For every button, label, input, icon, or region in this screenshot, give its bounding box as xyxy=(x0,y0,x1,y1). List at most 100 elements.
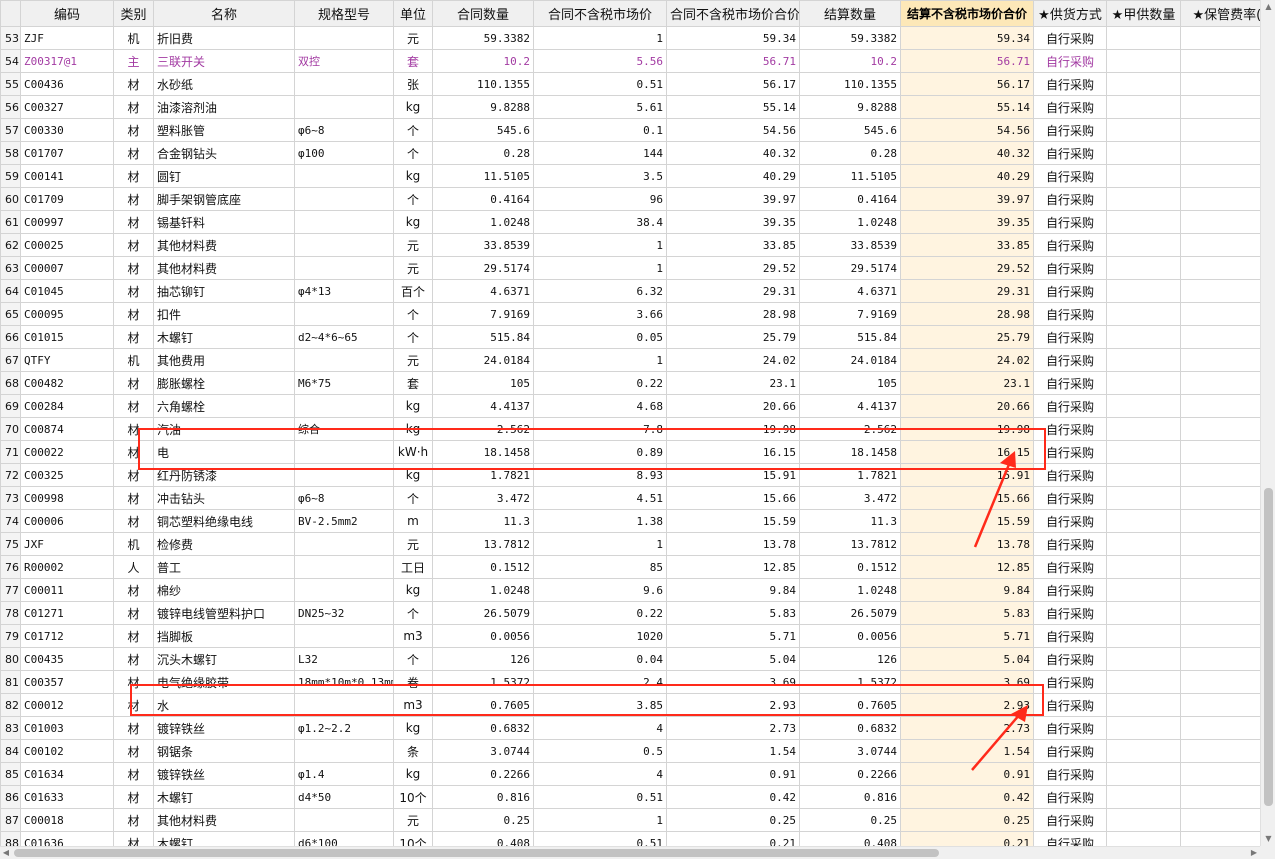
cell-settle-total[interactable]: 5.71 xyxy=(900,624,1034,648)
cell-contract-price[interactable]: 0.5 xyxy=(533,739,667,763)
cell-code[interactable]: C00327 xyxy=(20,95,114,119)
cell-owner-supply-qty[interactable] xyxy=(1106,95,1181,119)
cell-contract-total[interactable]: 56.17 xyxy=(666,72,800,96)
cell-name[interactable]: 挡脚板 xyxy=(153,624,295,648)
triangle-left-icon[interactable]: ◀ xyxy=(0,847,12,860)
row-number[interactable]: 83 xyxy=(0,716,21,740)
cell-spec[interactable]: φ1.4 xyxy=(294,762,394,786)
cell-spec[interactable] xyxy=(294,463,394,487)
cell-code[interactable]: C01634 xyxy=(20,762,114,786)
cell-contract-price[interactable]: 4 xyxy=(533,716,667,740)
cell-supply-mode[interactable]: 自行采购 xyxy=(1033,26,1107,50)
triangle-down-icon[interactable]: ▼ xyxy=(1261,832,1275,846)
cell-unit[interactable]: kW·h xyxy=(393,440,433,464)
cell-type[interactable]: 材 xyxy=(113,394,154,418)
cell-code[interactable]: C01015 xyxy=(20,325,114,349)
cell-contract-price[interactable]: 3.5 xyxy=(533,164,667,188)
cell-storage-rate[interactable] xyxy=(1180,624,1260,648)
cell-spec[interactable] xyxy=(294,26,394,50)
cell-name[interactable]: 木螺钉 xyxy=(153,785,295,809)
cell-settle-qty[interactable]: 10.2 xyxy=(799,49,901,73)
table-row[interactable]: 78 C01271 材镀锌电线管塑料护口 DN25~32 个 26.5079 0.22 5.8… xyxy=(0,601,1260,625)
cell-name[interactable]: 其他材料费 xyxy=(153,808,295,832)
cell-storage-rate[interactable] xyxy=(1180,417,1260,441)
cell-contract-price[interactable]: 0.51 xyxy=(533,785,667,809)
cell-owner-supply-qty[interactable] xyxy=(1106,26,1181,50)
cell-owner-supply-qty[interactable] xyxy=(1106,624,1181,648)
cell-contract-qty[interactable]: 9.8288 xyxy=(432,95,534,119)
cell-settle-qty[interactable]: 11.3 xyxy=(799,509,901,533)
row-number[interactable]: 84 xyxy=(0,739,21,763)
cell-contract-price[interactable]: 3.85 xyxy=(533,693,667,717)
cell-settle-total[interactable]: 0.42 xyxy=(900,785,1034,809)
cell-code[interactable]: C00330 xyxy=(20,118,114,142)
cell-contract-qty[interactable]: 0.25 xyxy=(432,808,534,832)
cell-type[interactable]: 材 xyxy=(113,210,154,234)
cell-owner-supply-qty[interactable] xyxy=(1106,831,1181,846)
cell-settle-qty[interactable]: 1.0248 xyxy=(799,578,901,602)
cell-code[interactable]: C00874 xyxy=(20,417,114,441)
cell-code[interactable]: C00102 xyxy=(20,739,114,763)
cell-name[interactable]: 铜芯塑料绝缘电线 xyxy=(153,509,295,533)
cell-storage-rate[interactable] xyxy=(1180,532,1260,556)
cell-spec[interactable] xyxy=(294,532,394,556)
cell-type[interactable]: 材 xyxy=(113,164,154,188)
cell-spec[interactable] xyxy=(294,95,394,119)
col-header-owner-supply-qty[interactable]: ★甲供数量 xyxy=(1106,0,1181,27)
cell-owner-supply-qty[interactable] xyxy=(1106,785,1181,809)
cell-name[interactable]: 棉纱 xyxy=(153,578,295,602)
table-row[interactable]: 65 C00095 材扣件个 7.9169 3.66 28.98 7.9169 28.98 自行… xyxy=(0,302,1260,326)
cell-type[interactable]: 材 xyxy=(113,486,154,510)
cell-name[interactable]: 其他费用 xyxy=(153,348,295,372)
table-row[interactable]: 75 JXF 机检修费元 13.7812 1 13.78 13.7812 13.78 自行采购 xyxy=(0,532,1260,556)
col-header-contract-qty[interactable]: 合同数量 xyxy=(432,0,534,27)
row-number[interactable]: 76 xyxy=(0,555,21,579)
cell-type[interactable]: 材 xyxy=(113,72,154,96)
cell-contract-total[interactable]: 59.34 xyxy=(666,26,800,50)
cell-owner-supply-qty[interactable] xyxy=(1106,739,1181,763)
row-number[interactable]: 75 xyxy=(0,532,21,556)
cell-unit[interactable]: kg xyxy=(393,417,433,441)
cell-unit[interactable]: kg xyxy=(393,95,433,119)
cell-contract-price[interactable]: 0.05 xyxy=(533,325,667,349)
cell-storage-rate[interactable] xyxy=(1180,440,1260,464)
cell-settle-total[interactable]: 23.1 xyxy=(900,371,1034,395)
cell-settle-qty[interactable]: 1.7821 xyxy=(799,463,901,487)
cell-contract-qty[interactable]: 0.2266 xyxy=(432,762,534,786)
cell-supply-mode[interactable]: 自行采购 xyxy=(1033,233,1107,257)
cell-type[interactable]: 材 xyxy=(113,279,154,303)
cell-supply-mode[interactable]: 自行采购 xyxy=(1033,739,1107,763)
cell-contract-price[interactable]: 1 xyxy=(533,532,667,556)
vertical-scroll-thumb[interactable] xyxy=(1264,488,1273,806)
cell-code[interactable]: JXF xyxy=(20,532,114,556)
cell-code[interactable]: C00018 xyxy=(20,808,114,832)
cell-storage-rate[interactable] xyxy=(1180,348,1260,372)
cell-unit[interactable]: 元 xyxy=(393,348,433,372)
cell-type[interactable]: 材 xyxy=(113,187,154,211)
horizontal-scrollbar[interactable]: ◀ ▶ xyxy=(0,846,1260,859)
cell-contract-total[interactable]: 28.98 xyxy=(666,302,800,326)
cell-type[interactable]: 材 xyxy=(113,670,154,694)
cell-settle-qty[interactable]: 29.5174 xyxy=(799,256,901,280)
cell-type[interactable]: 材 xyxy=(113,693,154,717)
cell-settle-total[interactable]: 1.54 xyxy=(900,739,1034,763)
cell-unit[interactable]: m3 xyxy=(393,693,433,717)
cell-unit[interactable]: 个 xyxy=(393,118,433,142)
corner-header[interactable] xyxy=(0,0,21,27)
cell-code[interactable]: C00997 xyxy=(20,210,114,234)
table-row[interactable]: 73 C00998 材冲击钻头 φ6~8 个 3.472 4.51 15.66 3.472 15.… xyxy=(0,486,1260,510)
cell-name[interactable]: 冲击钻头 xyxy=(153,486,295,510)
cell-owner-supply-qty[interactable] xyxy=(1106,49,1181,73)
table-row[interactable]: 63 C00007 材其他材料费元 29.5174 1 29.52 29.5174 29.52… xyxy=(0,256,1260,280)
cell-contract-total[interactable]: 13.78 xyxy=(666,532,800,556)
cell-settle-total[interactable]: 9.84 xyxy=(900,578,1034,602)
cell-owner-supply-qty[interactable] xyxy=(1106,647,1181,671)
cell-spec[interactable] xyxy=(294,72,394,96)
cell-contract-total[interactable]: 24.02 xyxy=(666,348,800,372)
table-row[interactable]: 87 C00018 材其他材料费元 0.25 1 0.25 0.25 0.25 自行采购 xyxy=(0,808,1260,832)
table-row[interactable]: 69 C00284 材六角螺栓 kg 4.4137 4.68 20.66 4.4137 20.6… xyxy=(0,394,1260,418)
cell-contract-total[interactable]: 15.59 xyxy=(666,509,800,533)
cell-code[interactable]: R00002 xyxy=(20,555,114,579)
cell-supply-mode[interactable]: 自行采购 xyxy=(1033,532,1107,556)
cell-supply-mode[interactable]: 自行采购 xyxy=(1033,371,1107,395)
